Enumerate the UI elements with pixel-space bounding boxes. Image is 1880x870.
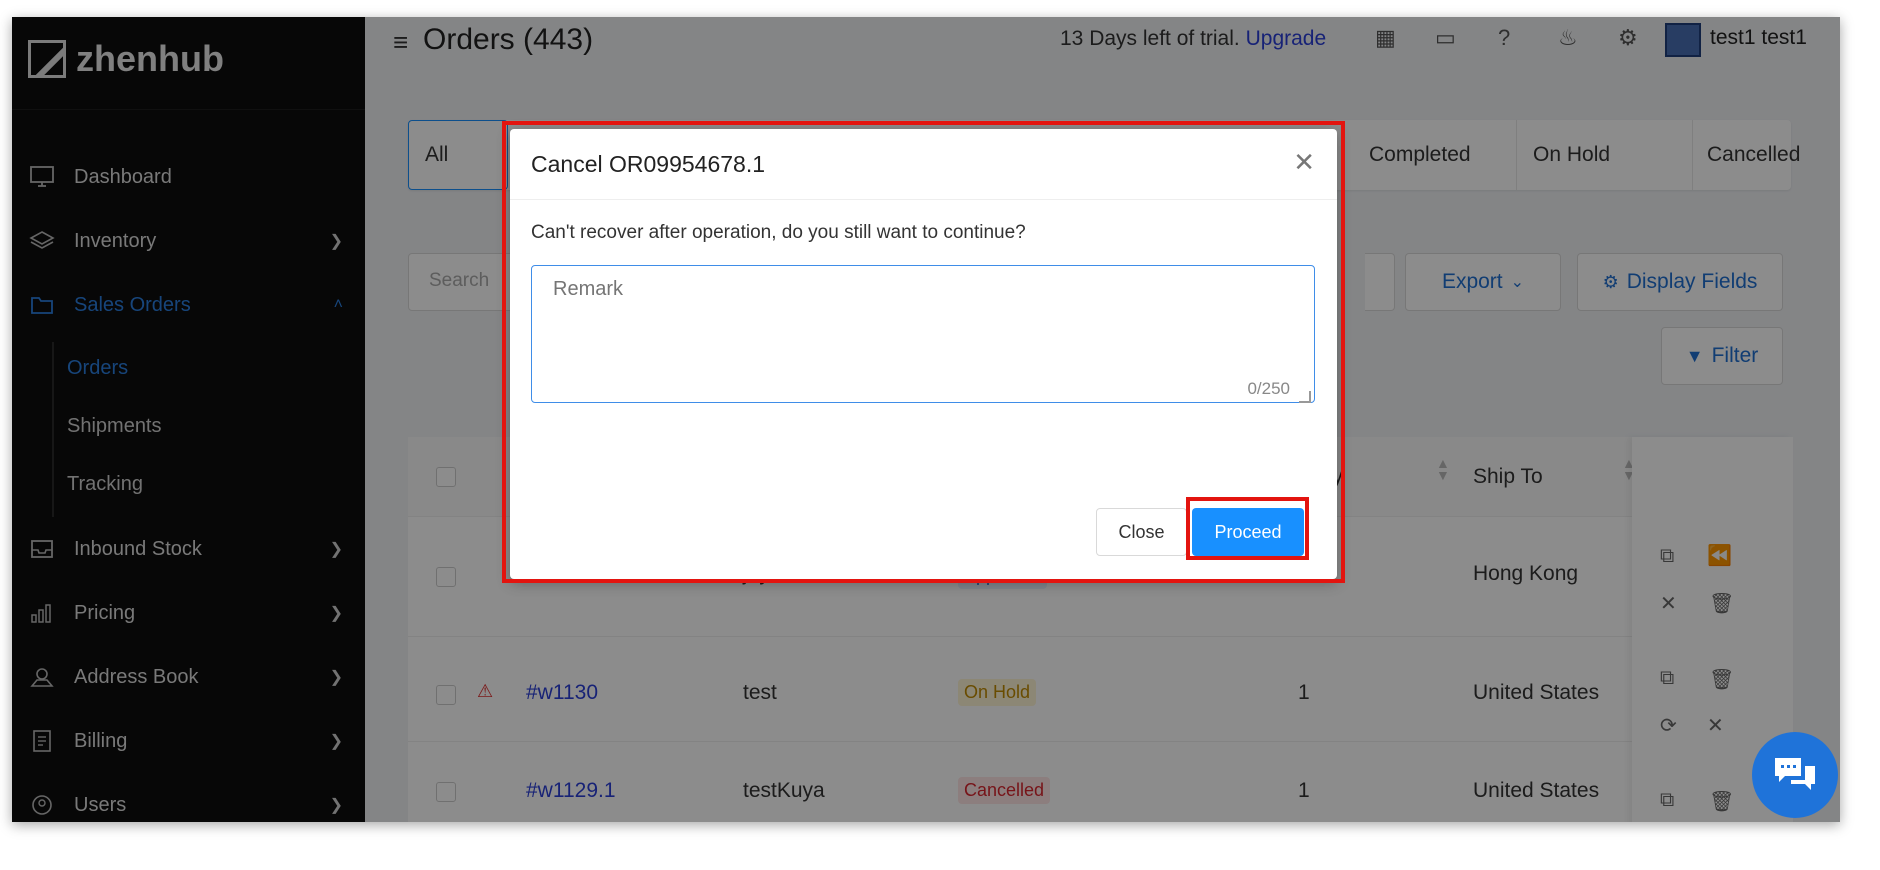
close-button[interactable]: Close bbox=[1096, 508, 1187, 556]
proceed-button[interactable]: Proceed bbox=[1192, 508, 1304, 556]
character-count: 0/250 bbox=[1247, 379, 1290, 398]
close-icon[interactable]: ✕ bbox=[1293, 147, 1315, 178]
resize-handle[interactable] bbox=[1299, 391, 1311, 403]
chat-button[interactable] bbox=[1752, 732, 1838, 818]
dialog-title: Cancel OR09954678.1 bbox=[531, 151, 765, 177]
dialog-message: Can't recover after operation, do you st… bbox=[531, 222, 1026, 243]
chat-icon bbox=[1775, 758, 1815, 790]
remark-textarea[interactable] bbox=[531, 265, 1315, 403]
app-window: zhenhub Dashboard Inventory ❯ Sales Orde… bbox=[12, 17, 1840, 822]
cancel-order-dialog: Cancel OR09954678.1 ✕ Can't recover afte… bbox=[510, 129, 1337, 579]
divider bbox=[510, 199, 1337, 200]
